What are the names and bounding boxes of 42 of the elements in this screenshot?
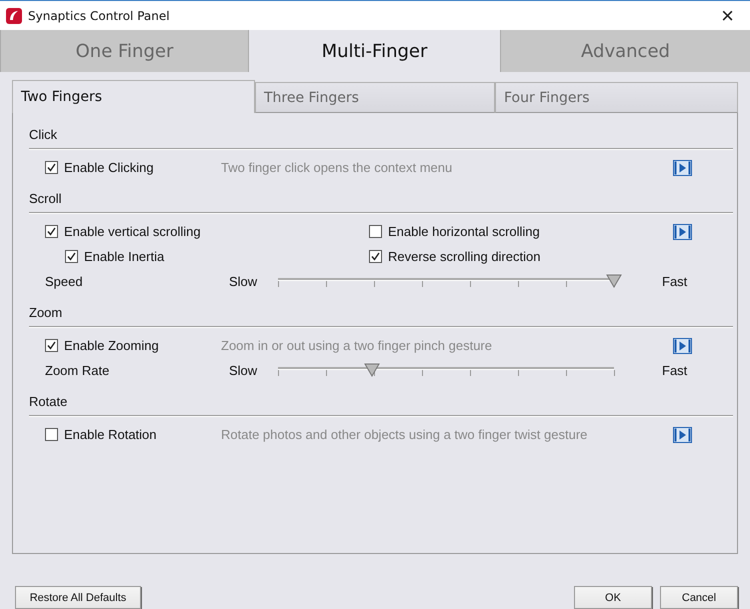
cancel-button[interactable]: Cancel — [660, 586, 738, 609]
sub-tab[interactable]: Two Fingers — [12, 80, 255, 113]
slider-label: Speed — [45, 274, 84, 289]
close-button[interactable]: × — [715, 4, 740, 26]
slider-thumb[interactable] — [606, 274, 622, 288]
checkbox[interactable] — [45, 161, 58, 174]
checkbox-label[interactable]: Enable Inertia — [84, 249, 164, 264]
slider-max-label: Fast — [662, 363, 688, 378]
checkbox[interactable] — [45, 225, 58, 238]
section-title: Rotate — [29, 394, 68, 409]
video-icon[interactable] — [673, 224, 692, 240]
checkbox[interactable] — [45, 428, 58, 441]
slider-thumb[interactable] — [364, 362, 380, 376]
checkbox[interactable] — [45, 339, 58, 352]
option-description: Rotate photos and other objects using a two finger twist gesture — [221, 427, 588, 442]
app-logo-icon — [6, 8, 22, 24]
checkbox[interactable] — [369, 250, 382, 263]
ok-button[interactable]: OK — [574, 586, 652, 609]
checkbox-label[interactable]: Enable vertical scrolling — [64, 224, 201, 239]
sub-tab[interactable]: Three Fingers — [255, 82, 495, 113]
checkbox-label[interactable]: Enable Zooming — [64, 338, 159, 353]
video-icon[interactable] — [673, 160, 692, 176]
checkbox-label[interactable]: Enable Clicking — [64, 160, 154, 175]
option-description: Zoom in or out using a two finger pinch gesture — [221, 338, 493, 353]
slider-min-label: Slow — [229, 274, 258, 289]
sub-tab[interactable]: Four Fingers — [495, 82, 738, 113]
option-description: Two finger click opens the context menu — [221, 160, 454, 175]
slider-label: Zoom Rate — [45, 363, 110, 378]
section-title: Zoom — [29, 305, 64, 320]
window-title: Synaptics Control Panel — [28, 8, 171, 22]
section-title: Scroll — [29, 191, 63, 206]
video-icon[interactable] — [673, 426, 692, 442]
checkbox[interactable] — [65, 250, 78, 263]
checkbox-label[interactable]: Enable horizontal scrolling — [388, 224, 540, 239]
checkbox-label[interactable]: Enable Rotation — [64, 427, 157, 442]
checkbox[interactable] — [369, 225, 382, 238]
slider-min-label: Slow — [229, 363, 258, 378]
checkbox-label[interactable]: Reverse scrolling direction — [388, 249, 540, 264]
video-icon[interactable] — [673, 338, 692, 354]
restore-defaults-button[interactable]: Restore All Defaults — [15, 586, 141, 609]
slider-max-label: Fast — [662, 274, 688, 289]
section-title: Click — [29, 127, 58, 142]
